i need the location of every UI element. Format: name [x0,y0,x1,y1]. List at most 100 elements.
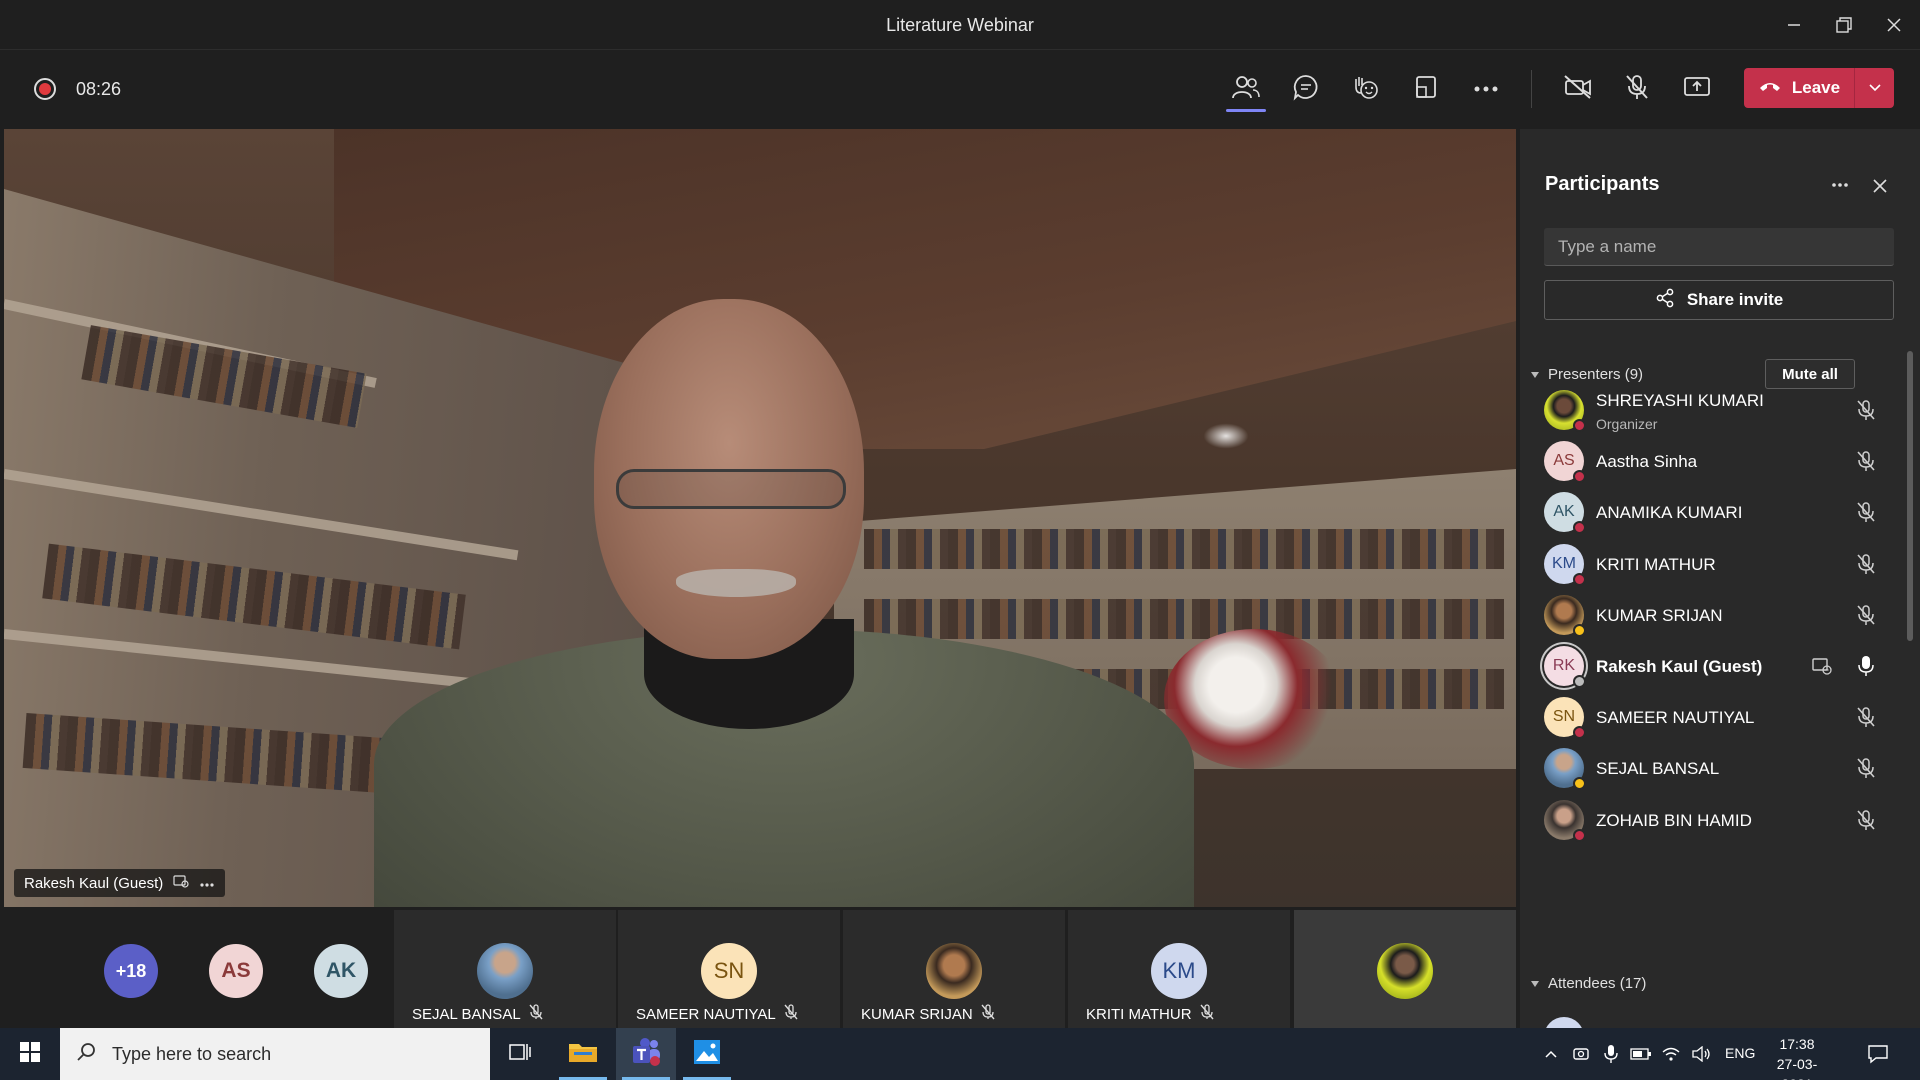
title-bar: Literature Webinar [0,0,1920,50]
mic-off-icon [981,1004,995,1024]
attendees-section-toggle[interactable]: Attendees (17) [1530,975,1646,992]
participant-name: Aastha Sinha [1596,452,1698,472]
mic-off-icon[interactable] [1854,500,1878,524]
presence-status-icon [1573,470,1586,484]
video-tile[interactable]: SN SAMEER NAUTIYAL [618,910,840,1028]
close-window-button[interactable] [1866,0,1920,50]
camera-toggle-button[interactable] [1556,68,1600,110]
presenting-icon [1810,654,1834,678]
camera-off-icon [1563,74,1593,105]
people-icon [1232,74,1260,105]
share-screen-icon [1683,75,1711,104]
volume-icon[interactable] [1689,1042,1713,1066]
chat-icon [1292,73,1320,106]
avatar[interactable]: AK [314,944,368,998]
share-icon [1655,288,1675,313]
video-tile[interactable]: KUMAR SRIJAN [843,910,1065,1028]
task-view-button[interactable] [490,1028,550,1080]
mic-off-icon[interactable] [1854,603,1878,627]
wifi-icon[interactable] [1659,1042,1683,1066]
leave-button-group: Leave [1744,68,1894,108]
webcam-icon[interactable] [1569,1042,1593,1066]
tile-more-button[interactable] [199,875,215,892]
reactions-icon [1352,73,1380,106]
participants-panel: Participants Share invite Presenters (9)… [1520,129,1920,1028]
battery-icon[interactable] [1629,1042,1653,1066]
avatar [1544,799,1586,842]
participant-name: SHREYASHI KUMARI [1596,391,1764,410]
leave-button[interactable]: Leave [1744,68,1854,108]
folder-icon [568,1040,598,1069]
self-video-tile[interactable] [1294,910,1516,1028]
photos-button[interactable] [677,1028,737,1080]
close-panel-button[interactable] [1865,173,1895,203]
participant-row[interactable]: ZOHAIB BIN HAMID [1520,790,1920,852]
mic-off-icon[interactable] [1854,398,1878,422]
mic-off-icon[interactable] [1854,756,1878,780]
participant-name: ANAMIKA KUMARI [1596,503,1743,523]
video-tile[interactable]: SEJAL BANSAL [394,910,616,1028]
participant-search-input[interactable] [1544,228,1894,266]
panel-title: Participants [1545,173,1660,195]
avatar[interactable]: AS [209,944,263,998]
teams-button[interactable] [616,1028,676,1080]
avatar [1544,390,1586,432]
presence-status-icon [1573,623,1586,637]
tile-name: SEJAL BANSAL [412,1005,521,1023]
avatar [1377,943,1433,999]
raise-hand-button[interactable] [1344,68,1388,110]
overflow-participants-button[interactable]: +18 [104,944,158,998]
file-explorer-button[interactable] [553,1028,613,1080]
panel-scrollbar[interactable] [1907,351,1913,641]
participant-strip: +18 AS AK SEJAL BANSAL SN SAMEER NAUTIYA… [0,910,1520,1028]
main-video[interactable]: Rakesh Kaul (Guest) [4,129,1516,907]
participant-name: SAMEER NAUTIYAL [1596,708,1755,728]
mic-off-icon [1200,1004,1214,1024]
avatar: AK [1544,492,1586,535]
mic-off-icon[interactable] [1854,552,1878,576]
video-tile[interactable]: KM KRITI MATHUR [1068,910,1290,1028]
more-icon [1831,175,1849,193]
restore-button[interactable] [1816,0,1872,50]
presence-status-icon [1573,675,1586,688]
presence-status-icon [1573,419,1586,432]
chevron-up-icon[interactable] [1539,1042,1563,1066]
taskbar-search[interactable]: Type here to search [60,1028,490,1080]
participant-role: Organizer [1596,416,1658,432]
mic-off-icon [784,1004,798,1024]
participant-name: Rakesh Kaul (Guest) [1596,657,1763,676]
mic-off-icon[interactable] [1854,705,1878,729]
more-actions-button[interactable] [1464,68,1508,110]
room-view-button[interactable] [1404,68,1448,110]
mic-off-icon[interactable] [1854,808,1878,832]
minimize-button[interactable] [1766,0,1822,50]
start-button[interactable] [0,1028,60,1080]
taskbar-clock[interactable]: 17:38 27-03-2021 [1762,1034,1832,1080]
mic-off-icon[interactable] [1854,449,1878,473]
meeting-timer: 08:26 [76,79,122,99]
show-participants-button[interactable] [1224,68,1268,112]
share-invite-button[interactable]: Share invite [1544,280,1894,320]
leave-label: Leave [1791,78,1841,97]
avatar [1544,748,1586,791]
mic-on-icon[interactable] [1854,654,1878,678]
avatar [926,943,982,999]
task-view-icon [509,1042,531,1067]
avatar: SN [1544,697,1586,740]
speaker-name-tag: Rakesh Kaul (Guest) [14,869,226,897]
microphone-icon[interactable] [1599,1042,1623,1066]
more-icon [1473,80,1499,98]
meeting-controls: 08:26 Leave [0,50,1920,128]
panel-more-button[interactable] [1825,169,1855,199]
avatar: KM [1151,943,1207,999]
input-language[interactable]: ENG [1725,1045,1755,1061]
participant-name: ZOHAIB BIN HAMID [1596,810,1752,830]
share-content-button[interactable] [1675,68,1719,110]
presence-status-icon [1573,726,1586,740]
show-conversation-button[interactable] [1284,68,1328,110]
participant-name: KUMAR SRIJAN [1596,605,1723,625]
notifications-icon[interactable] [1866,1042,1890,1066]
mic-toggle-button[interactable] [1615,68,1659,110]
leave-options-button[interactable] [1855,68,1894,108]
speaker-video [616,469,846,509]
